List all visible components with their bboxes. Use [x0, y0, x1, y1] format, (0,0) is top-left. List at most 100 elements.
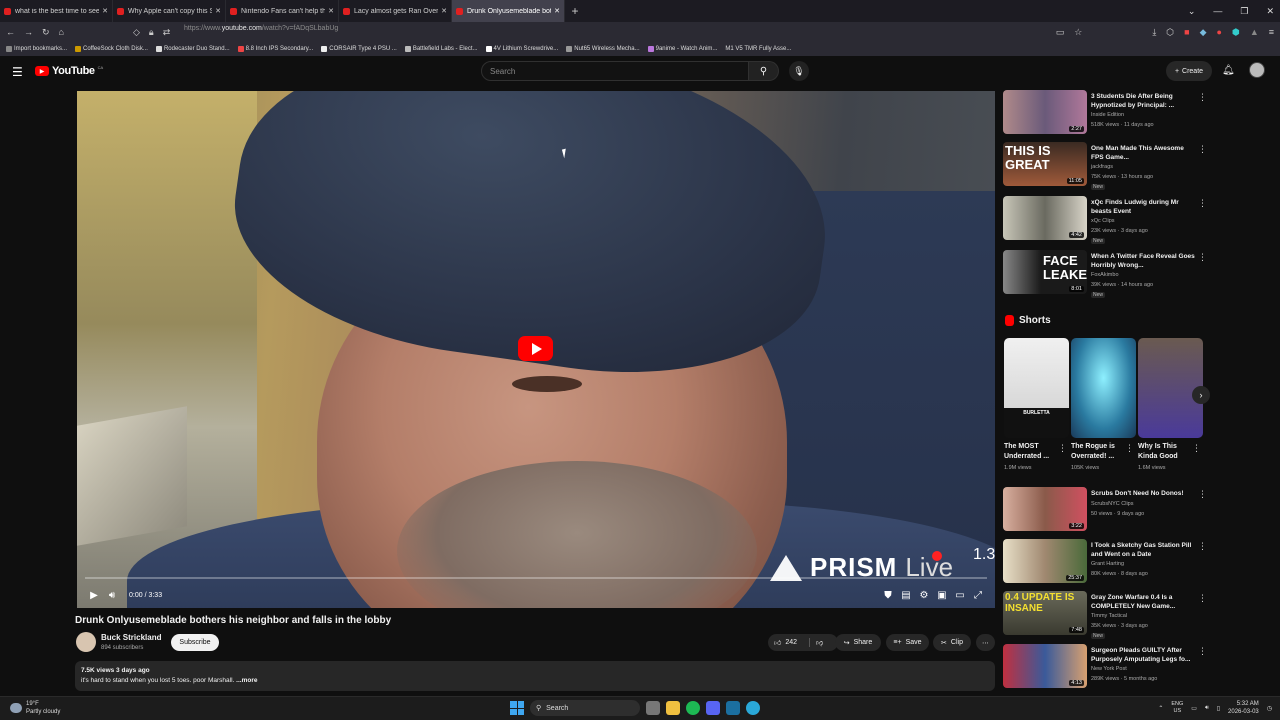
fullscreen-icon[interactable]: ⤢: [969, 586, 987, 604]
recommended-channel[interactable]: ScrubsNYC Clips: [1091, 501, 1133, 507]
weather-widget[interactable]: 19°F Partly cloudy: [10, 700, 60, 716]
close-tab-icon[interactable]: ✕: [554, 7, 560, 15]
extension-icon[interactable]: ■: [1184, 27, 1189, 37]
notification-center-icon[interactable]: ◷: [1267, 705, 1272, 712]
search-button[interactable]: ⚲: [749, 61, 779, 81]
more-options-icon[interactable]: ⋮: [1198, 92, 1207, 103]
miniplayer-icon[interactable]: ▣: [933, 586, 951, 604]
steam-icon[interactable]: [726, 701, 740, 715]
clock[interactable]: 5:32 AM 2026-03-03: [1228, 700, 1259, 716]
close-tab-icon[interactable]: ✕: [102, 7, 108, 15]
language-indicator[interactable]: ENG US: [1171, 701, 1183, 715]
more-options-icon[interactable]: ⋮: [1125, 443, 1134, 454]
create-button[interactable]: + Create: [1166, 61, 1212, 81]
progress-bar[interactable]: [85, 577, 987, 579]
autoplay-toggle-icon[interactable]: ⛊: [879, 586, 897, 604]
recommended-channel[interactable]: Inside Edition: [1091, 112, 1124, 118]
video-thumbnail[interactable]: 3:22: [1003, 487, 1087, 531]
menu-icon[interactable]: ≡: [1269, 27, 1274, 37]
browser-taskbar-icon[interactable]: [746, 701, 760, 715]
recommended-video[interactable]: FACE LEAKED 8:01 When A Twitter Face Reve…: [1003, 250, 1208, 300]
bookmark-item[interactable]: 4V Lithium Screwdrive...: [485, 46, 558, 52]
browser-tab[interactable]: what is the best time to see the✕: [0, 0, 113, 22]
recommended-title[interactable]: Scrubs Don't Need No Donos!: [1091, 489, 1195, 498]
captions-icon[interactable]: ▤: [897, 586, 915, 604]
video-thumbnail[interactable]: 25:37: [1003, 539, 1087, 583]
recommended-video[interactable]: 2:27 3 Students Die After Being Hypnotiz…: [1003, 90, 1208, 140]
browser-tab-active[interactable]: Drunk Onlyusemeblade bothers✕: [452, 0, 565, 22]
more-actions-button[interactable]: ⋯: [976, 634, 995, 651]
extension-icon[interactable]: ●: [1217, 27, 1222, 37]
short-thumbnail[interactable]: [1071, 338, 1136, 438]
recommended-channel[interactable]: FoxAkimbo: [1091, 272, 1119, 278]
recommended-video[interactable]: 3:22 Scrubs Don't Need No Donos! ScrubsN…: [1003, 487, 1208, 537]
video-thumbnail[interactable]: 0.4 UPDATE IS INSANE 7:48: [1003, 591, 1087, 635]
recommended-video[interactable]: 25:37 I Took a Sketchy Gas Station Pill …: [1003, 539, 1208, 589]
more-options-icon[interactable]: ⋮: [1198, 144, 1207, 155]
more-options-icon[interactable]: ⋮: [1192, 443, 1201, 454]
subscribe-button[interactable]: Subscribe: [171, 634, 219, 651]
channel-avatar[interactable]: [76, 632, 96, 652]
more-options-icon[interactable]: ⋮: [1198, 541, 1207, 552]
spotify-icon[interactable]: [686, 701, 700, 715]
bookmark-item[interactable]: Battlefield Labs - Elect...: [404, 46, 478, 52]
bookmark-item[interactable]: Nut65 Wireless Mecha...: [566, 46, 640, 52]
extension-icon[interactable]: ⬢: [1232, 27, 1240, 38]
recommended-title[interactable]: One Man Made This Awesome FPS Game...: [1091, 144, 1195, 162]
recommended-channel[interactable]: New York Post: [1091, 666, 1127, 672]
close-tab-icon[interactable]: ✕: [328, 7, 334, 15]
recommended-video[interactable]: THIS IS GREAT 11:05 One Man Made This Awe…: [1003, 142, 1208, 192]
more-options-icon[interactable]: ⋮: [1198, 593, 1207, 604]
browser-tab[interactable]: Why Apple can't copy this Sam✕: [113, 0, 226, 22]
share-button[interactable]: ↪ Share: [835, 634, 881, 651]
recommended-channel[interactable]: xQc Clips: [1091, 218, 1115, 224]
more-options-icon[interactable]: ⋮: [1198, 646, 1207, 657]
back-icon[interactable]: ←: [6, 27, 15, 37]
description-box[interactable]: 7.5K views 3 days ago it's hard to stand…: [75, 661, 995, 691]
bookmark-item[interactable]: Rodecaster Duo Stand...: [155, 46, 230, 52]
voice-search-button[interactable]: 🎙︎: [789, 61, 809, 81]
bookmark-item[interactable]: CoffeeSock Cloth Disk...: [75, 46, 148, 52]
more-options-icon[interactable]: ⋮: [1198, 198, 1207, 209]
downloads-icon[interactable]: ⤓: [1152, 27, 1156, 38]
browser-tab[interactable]: Lacy almost gets Ran Over... - Y✕: [339, 0, 452, 22]
recommended-title[interactable]: xQc Finds Ludwig during Mr beasts Event: [1091, 198, 1195, 216]
shield-icon[interactable]: ◇: [133, 27, 140, 38]
tray-overflow-icon[interactable]: ⌃: [1158, 705, 1163, 712]
more-options-icon[interactable]: ⋮: [1198, 252, 1207, 263]
search-input[interactable]: Search: [481, 61, 749, 81]
url-bar[interactable]: https://www.youtube.com/watch?v=fADqSLba…: [184, 25, 338, 32]
dislike-button[interactable]: 👎︎: [809, 638, 823, 647]
video-player[interactable]: PRISM Live 1.3 ▶ 🔊︎ 0:00 / 3:33 ⛊ ▤ ⚙ ▣ …: [77, 91, 995, 608]
theater-mode-icon[interactable]: ▭: [951, 586, 969, 604]
save-button[interactable]: ≡+ Save: [886, 634, 929, 651]
speaker-icon[interactable]: 🔊︎: [1205, 705, 1209, 712]
more-options-icon[interactable]: ⋮: [1198, 489, 1207, 500]
settings-gear-icon[interactable]: ⚙: [915, 586, 933, 604]
clip-button[interactable]: ✂ Clip: [933, 634, 971, 651]
new-tab-button[interactable]: +: [565, 4, 585, 18]
recommended-video[interactable]: 4:13 Surgeon Pleads GUILTY After Purpose…: [1003, 644, 1208, 694]
minimize-icon[interactable]: —: [1213, 6, 1222, 16]
discord-icon[interactable]: [706, 701, 720, 715]
video-thumbnail[interactable]: THIS IS GREAT 11:05: [1003, 142, 1087, 186]
file-explorer-icon[interactable]: [666, 701, 680, 715]
short-title[interactable]: The MOST Underrated ...: [1004, 442, 1059, 462]
recommended-channel[interactable]: Grant Harting: [1091, 561, 1124, 567]
reload-icon[interactable]: ↻: [42, 27, 50, 38]
short-title[interactable]: The Rogue is Overrated! ...: [1071, 442, 1126, 462]
close-tab-icon[interactable]: ✕: [215, 7, 221, 15]
youtube-logo[interactable]: ▶ YouTube CA: [35, 65, 103, 77]
large-play-button[interactable]: [518, 336, 553, 361]
reader-view-icon[interactable]: ▭: [1056, 27, 1065, 38]
forward-icon[interactable]: →: [24, 27, 33, 37]
task-view-icon[interactable]: [646, 701, 660, 715]
battery-icon[interactable]: ▯: [1217, 705, 1220, 712]
network-icon[interactable]: ▭: [1191, 705, 1197, 712]
home-icon[interactable]: ⌂: [59, 27, 64, 37]
volume-icon[interactable]: 🔊︎: [103, 586, 121, 604]
recommended-title[interactable]: Surgeon Pleads GUILTY After Purposely Am…: [1091, 646, 1195, 664]
play-pause-button[interactable]: ▶: [85, 586, 103, 604]
close-tab-icon[interactable]: ✕: [441, 7, 447, 15]
short-title[interactable]: Why Is This Kinda Good: [1138, 442, 1193, 462]
